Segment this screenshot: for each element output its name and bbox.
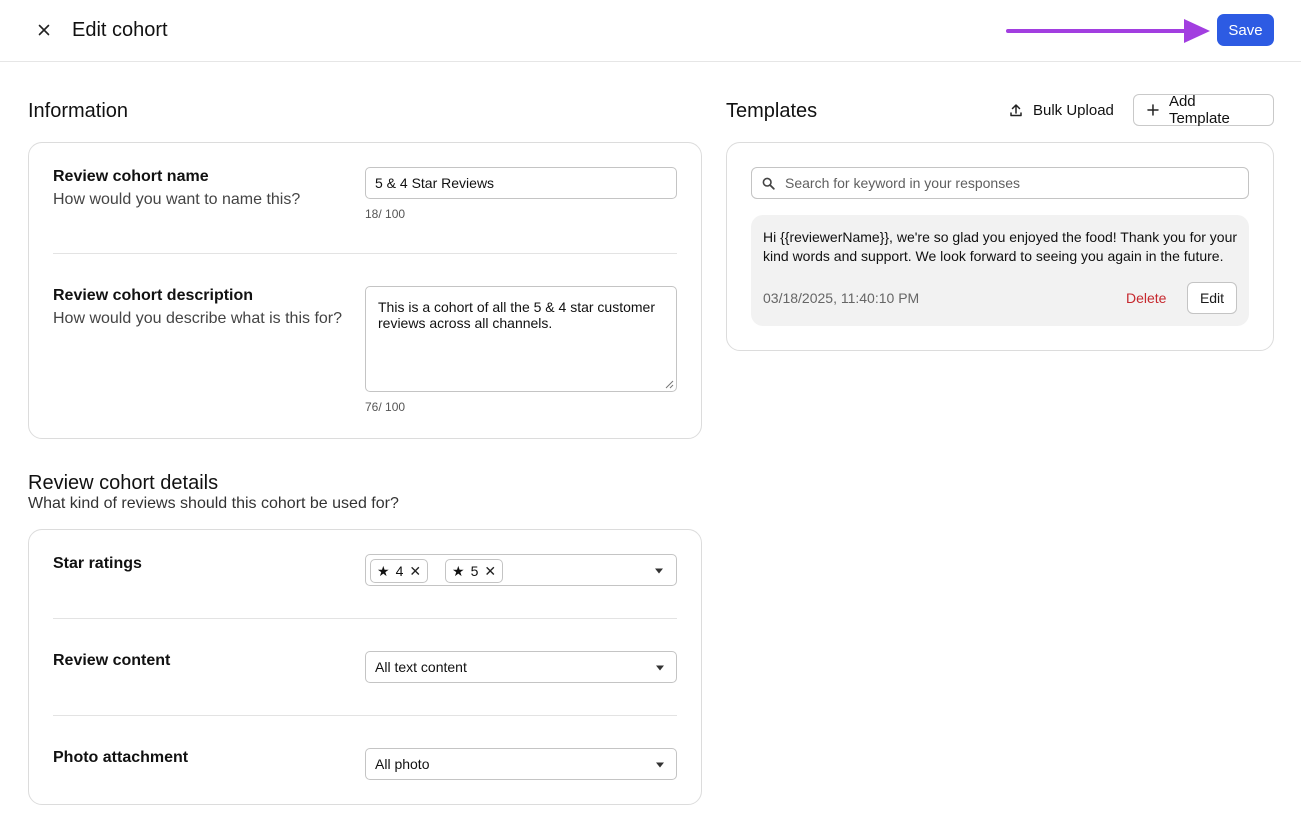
search-icon	[762, 177, 775, 190]
cohort-description-label: Review cohort description	[53, 287, 254, 304]
save-button[interactable]: Save	[1217, 14, 1274, 46]
cohort-name-input[interactable]: 5 & 4 Star Reviews	[365, 167, 677, 199]
remove-chip-icon[interactable]: ✕	[484, 564, 496, 578]
review-content-label: Review content	[53, 652, 171, 669]
close-button[interactable]	[32, 18, 56, 42]
review-content-select[interactable]: All text content	[365, 651, 677, 683]
delete-template-button[interactable]: Delete	[1126, 290, 1166, 306]
add-template-button[interactable]: Add Template	[1133, 93, 1274, 127]
add-template-label: Add Template	[1168, 93, 1230, 127]
resize-handle-icon[interactable]	[665, 380, 674, 389]
template-date: 03/18/2025, 11:40:10 PM	[763, 290, 920, 306]
star-chip-value: 5	[470, 563, 479, 579]
cohort-description-value: This is a cohort of all the 5 & 4 star c…	[378, 299, 656, 331]
photo-attachment-value: All photo	[375, 756, 430, 772]
details-subheading: What kind of reviews should this cohort …	[28, 495, 399, 512]
review-content-value: All text content	[375, 659, 467, 675]
information-card: Review cohort name How would you want to…	[28, 142, 702, 439]
details-card: Star ratings ★ 4 ✕ ★ 5 ✕ Review content …	[28, 529, 702, 805]
photo-attachment-select[interactable]: All photo	[365, 748, 677, 780]
photo-attachment-label: Photo attachment	[53, 749, 189, 766]
divider	[53, 618, 677, 619]
star-ratings-label: Star ratings	[53, 555, 142, 572]
page-title: Edit cohort	[72, 19, 168, 41]
template-search-input[interactable]: Search for keyword in your responses	[751, 167, 1249, 199]
star-chip-value: 4	[395, 563, 404, 579]
template-item: Hi {{reviewerName}}, we're so glad you e…	[751, 215, 1249, 326]
templates-heading: Templates	[726, 100, 818, 122]
search-placeholder: Search for keyword in your responses	[785, 175, 1020, 191]
annotation-arrow-icon	[1006, 19, 1210, 43]
star-chip: ★ 4 ✕	[370, 559, 429, 583]
cohort-name-counter: 18/ 100	[365, 207, 406, 221]
bulk-upload-button[interactable]: Bulk Upload	[1009, 94, 1114, 126]
chevron-down-icon	[656, 665, 664, 671]
upload-icon	[1010, 104, 1022, 117]
star-icon: ★	[452, 563, 465, 579]
remove-chip-icon[interactable]: ✕	[409, 564, 421, 578]
bulk-upload-label: Bulk Upload	[1033, 101, 1114, 119]
star-chip: ★ 5 ✕	[445, 559, 504, 583]
cohort-description-counter: 76/ 100	[365, 400, 406, 414]
details-heading: Review cohort details	[28, 472, 219, 494]
plus-icon	[1147, 104, 1159, 116]
cohort-description-help: How would you describe what is this for?	[53, 310, 343, 327]
divider	[53, 253, 677, 254]
divider	[53, 715, 677, 716]
star-ratings-select[interactable]: ★ 4 ✕ ★ 5 ✕	[365, 554, 677, 586]
top-bar: Edit cohort Save	[0, 0, 1301, 62]
template-text: Hi {{reviewerName}}, we're so glad you e…	[763, 229, 1238, 264]
chevron-down-icon	[656, 762, 664, 768]
star-icon: ★	[377, 563, 390, 579]
cohort-name-help: How would you want to name this?	[53, 191, 301, 208]
information-heading: Information	[28, 100, 129, 122]
cohort-name-label: Review cohort name	[53, 168, 209, 185]
close-icon	[38, 24, 50, 36]
edit-template-button[interactable]: Edit	[1187, 282, 1237, 314]
chevron-down-icon[interactable]	[655, 568, 663, 574]
cohort-description-textarea[interactable]: This is a cohort of all the 5 & 4 star c…	[365, 286, 677, 392]
